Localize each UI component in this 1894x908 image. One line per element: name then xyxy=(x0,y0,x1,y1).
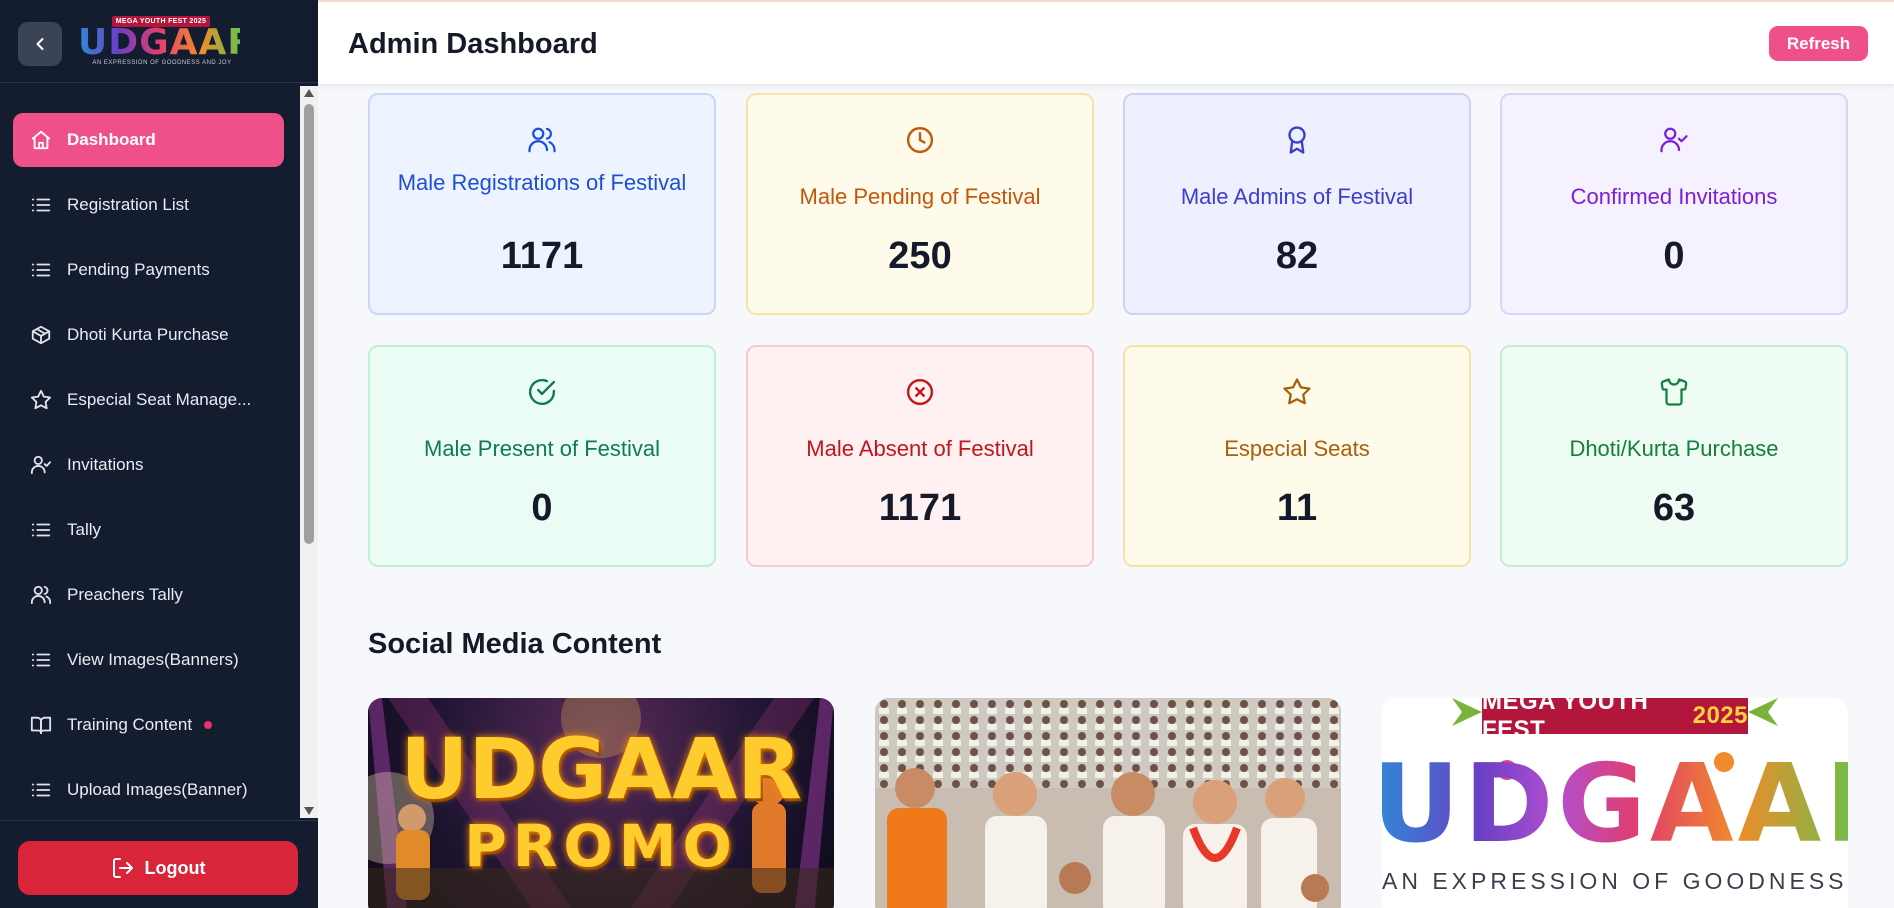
users-icon xyxy=(29,583,53,607)
stat-card-male-admins[interactable]: Male Admins of Festival 82 xyxy=(1123,93,1471,315)
stat-card-especial-seats[interactable]: Especial Seats 11 xyxy=(1123,345,1471,567)
logo-tagline: AN EXPRESSION OF GOODNESS AND JOY xyxy=(92,60,232,66)
sidebar-scrollbar[interactable] xyxy=(300,86,318,818)
sidebar-item-label: Pending Payments xyxy=(67,260,210,279)
list-icon xyxy=(29,778,53,802)
media-card-crowd-photo[interactable] xyxy=(875,698,1341,908)
shirt-icon xyxy=(1502,377,1846,407)
sidebar-item-tally[interactable]: Tally xyxy=(13,503,284,557)
banner-wordmark: UDGAAR xyxy=(1382,750,1848,860)
sidebar-item-label: Preachers Tally xyxy=(67,585,183,604)
sidebar-item-training-content[interactable]: Training Content xyxy=(13,698,284,752)
logo-wordmark: UDGAAR xyxy=(78,22,257,63)
sidebar-item-label: Registration List xyxy=(67,195,189,214)
stat-label: Male Present of Festival xyxy=(424,436,660,461)
stat-card-male-registrations[interactable]: Male Registrations of Festival 1171 xyxy=(368,93,716,315)
sidebar-item-registration-list[interactable]: Registration List xyxy=(13,178,284,232)
collapse-sidebar-button[interactable] xyxy=(18,22,62,66)
logout-icon xyxy=(111,856,135,880)
stat-label: Especial Seats xyxy=(1224,436,1370,461)
stat-value: 0 xyxy=(1663,235,1685,277)
sidebar-item-label: Dashboard xyxy=(67,130,156,149)
crowd-photo xyxy=(875,698,1341,908)
stat-label: Dhoti/Kurta Purchase xyxy=(1569,436,1779,461)
stat-label: Confirmed Invitations xyxy=(1570,184,1778,209)
stat-value: 11 xyxy=(1276,487,1318,529)
sidebar-item-label: Dhoti Kurta Purchase xyxy=(67,325,229,344)
package-icon xyxy=(29,323,53,347)
book-icon xyxy=(29,713,53,737)
stat-value: 1171 xyxy=(500,235,584,277)
stat-label: Male Pending of Festival xyxy=(799,184,1041,209)
stat-value: 63 xyxy=(1652,487,1696,529)
check-circle-icon xyxy=(370,377,714,407)
sidebar-item-label: Upload Images(Banner) xyxy=(67,780,248,799)
list-icon xyxy=(29,193,53,217)
sidebar-item-upload-images[interactable]: Upload Images(Banner) xyxy=(13,763,284,817)
stat-value: 0 xyxy=(531,487,553,529)
stat-card-male-absent[interactable]: Male Absent of Festival 1171 xyxy=(746,345,1094,567)
refresh-button[interactable]: Refresh xyxy=(1769,26,1868,61)
scroll-down-arrow-icon[interactable] xyxy=(304,807,314,815)
chevron-left-icon xyxy=(36,38,44,50)
stat-label: Male Absent of Festival xyxy=(806,436,1034,461)
section-title-social-media: Social Media Content xyxy=(368,628,662,660)
users-icon xyxy=(370,125,714,155)
media-card-udgaar-banner[interactable]: MEGA YOUTH FEST 2025 UDGAAR AN EXPRESSIO… xyxy=(1382,698,1848,908)
sidebar-item-label: View Images(Banners) xyxy=(67,650,239,669)
stat-value: 1171 xyxy=(878,487,962,529)
logout-label: Logout xyxy=(144,857,206,878)
stat-card-confirmed-invitations[interactable]: Confirmed Invitations 0 xyxy=(1500,93,1848,315)
scrollbar-thumb[interactable] xyxy=(304,104,314,544)
stat-card-male-pending[interactable]: Male Pending of Festival 250 xyxy=(746,93,1094,315)
list-icon xyxy=(29,258,53,282)
sidebar-item-invitations[interactable]: Invitations xyxy=(13,438,284,492)
sidebar-footer: Logout xyxy=(0,820,318,908)
sidebar-item-view-images[interactable]: View Images(Banners) xyxy=(13,633,284,687)
award-icon xyxy=(1125,125,1469,155)
clock-icon xyxy=(748,125,1092,155)
sidebar-item-dashboard[interactable]: Dashboard xyxy=(13,113,284,167)
user-check-icon xyxy=(29,453,53,477)
banner-ribbon-text: MEGA YOUTH FEST xyxy=(1482,698,1649,743)
scroll-up-arrow-icon[interactable] xyxy=(304,89,314,97)
sidebar: MEGA YOUTH FEST 2025 UDGAAR AN EXPRESSIO… xyxy=(0,0,318,908)
stat-card-male-present[interactable]: Male Present of Festival 0 xyxy=(368,345,716,567)
notification-dot xyxy=(204,721,213,729)
home-icon xyxy=(29,128,53,152)
udgaar-logo[interactable]: MEGA YOUTH FEST 2025 UDGAAR AN EXPRESSIO… xyxy=(78,16,257,68)
sidebar-item-label: Tally xyxy=(67,520,102,539)
banner-tagline: AN EXPRESSION OF GOODNESS AND JOY xyxy=(1382,868,1848,894)
x-circle-icon xyxy=(748,377,1092,407)
stat-value: 82 xyxy=(1275,235,1319,277)
sidebar-item-label: Training Content xyxy=(67,715,193,734)
banner-ribbon: MEGA YOUTH FEST 2025 xyxy=(1482,698,1748,743)
top-header: Admin Dashboard Refresh xyxy=(318,0,1894,84)
list-icon xyxy=(29,518,53,542)
sidebar-item-especial-seat-management[interactable]: Especial Seat Manage... xyxy=(13,373,284,427)
sidebar-nav: Dashboard Registration List Pending Paym… xyxy=(0,84,300,820)
logout-button[interactable]: Logout xyxy=(18,841,298,895)
promo-title: UDGAAR xyxy=(400,720,802,818)
page-title: Admin Dashboard xyxy=(348,28,598,60)
user-check-icon xyxy=(1502,125,1846,155)
stat-value: 250 xyxy=(888,235,952,277)
sidebar-item-preachers-tally[interactable]: Preachers Tally xyxy=(13,568,284,622)
sidebar-item-dhoti-kurta-purchase[interactable]: Dhoti Kurta Purchase xyxy=(13,308,284,362)
media-card-udgaar-promo[interactable]: UDGAAR PROMO xyxy=(368,698,834,908)
stat-label: Male Registrations of Festival xyxy=(397,170,687,195)
sidebar-item-pending-payments[interactable]: Pending Payments xyxy=(13,243,284,297)
star-icon xyxy=(1125,377,1469,407)
stat-label: Male Admins of Festival xyxy=(1180,184,1414,209)
sidebar-item-label: Invitations xyxy=(67,455,144,474)
stat-card-dhoti-kurta-purchase[interactable]: Dhoti/Kurta Purchase 63 xyxy=(1500,345,1848,567)
star-icon xyxy=(29,388,53,412)
sidebar-header: MEGA YOUTH FEST 2025 UDGAAR AN EXPRESSIO… xyxy=(0,0,318,83)
promo-subtitle: PROMO xyxy=(464,812,738,880)
sidebar-item-label: Especial Seat Manage... xyxy=(67,390,252,409)
list-icon xyxy=(29,648,53,672)
banner-ribbon-year: 2025 xyxy=(1692,702,1748,729)
